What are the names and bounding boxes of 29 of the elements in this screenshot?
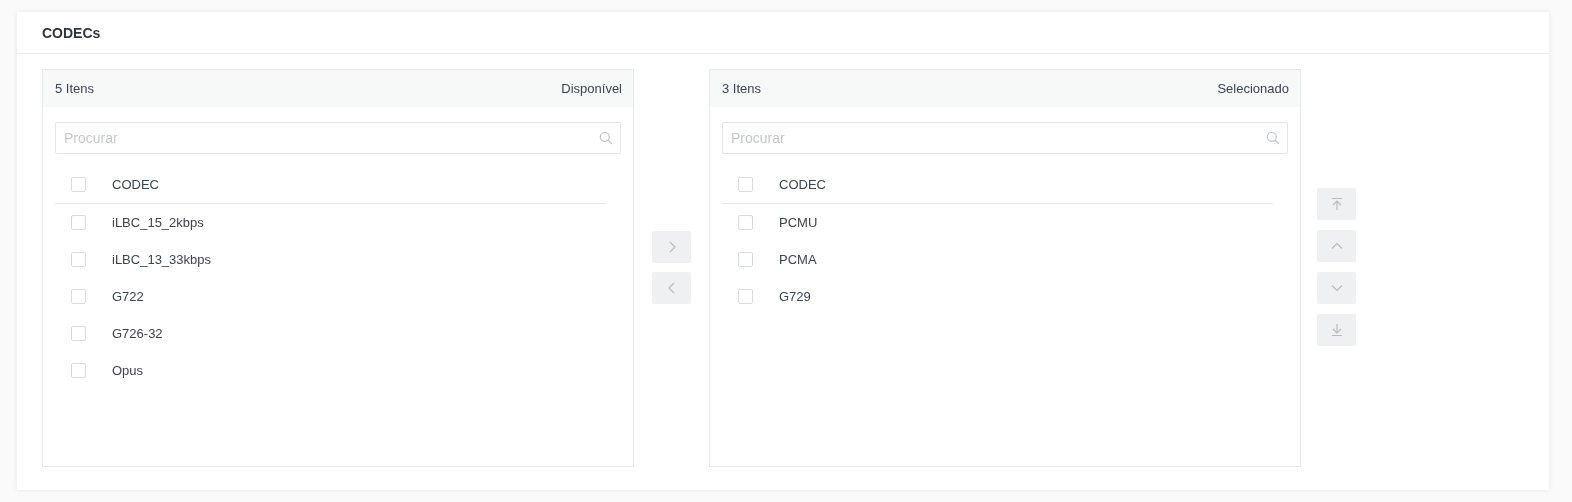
column-header: CODEC [112,177,159,192]
checkbox[interactable] [71,177,86,192]
list-item[interactable]: G729 [779,289,811,304]
checkbox[interactable] [738,289,753,304]
list-item[interactable]: PCMA [779,252,817,267]
checkbox[interactable] [738,215,753,230]
checkbox[interactable] [71,252,86,267]
checkbox[interactable] [71,363,86,378]
checkbox[interactable] [71,326,86,341]
column-header: CODEC [779,177,826,192]
list-item[interactable]: G722 [112,289,144,304]
card-title: CODECs [42,24,101,41]
item-count: 5 Itens [55,81,95,96]
list-item[interactable]: iLBC_13_33kbps [112,252,212,267]
item-count: 3 Itens [722,81,762,96]
list-item[interactable]: G726-32 [112,326,163,341]
checkbox[interactable] [71,289,86,304]
search-icon [1266,131,1280,145]
list-item[interactable]: iLBC_15_2kbps [112,215,204,230]
list-item[interactable]: Opus [112,363,144,378]
panel-caption: Selecionado [1217,81,1289,96]
checkbox[interactable] [71,215,86,230]
search-icon [599,131,613,145]
list-item[interactable]: PCMU [779,215,818,230]
panel-caption: Disponível [561,81,622,96]
checkbox[interactable] [738,252,753,267]
search-field[interactable]: Procurar [55,122,621,154]
checkbox[interactable] [738,177,753,192]
search-field[interactable]: Procurar [722,122,1288,154]
